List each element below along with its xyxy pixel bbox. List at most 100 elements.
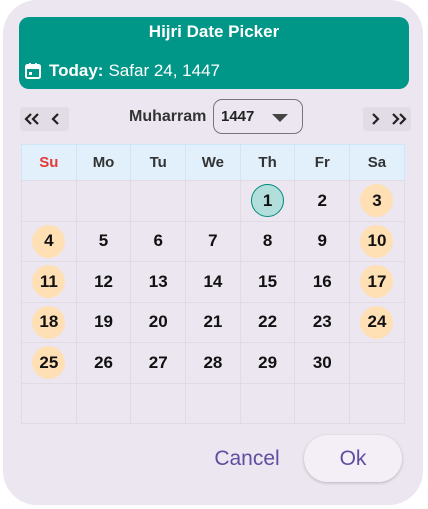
calendar-icon — [24, 62, 42, 80]
day-3[interactable]: 3 — [360, 184, 394, 218]
week-row: 4 5 6 7 8 9 10 — [21, 220, 411, 262]
nav-forward-group — [363, 107, 411, 131]
dialog-header: Hijri Date Picker Today: Safar 24, 1447 — [19, 17, 409, 89]
week-row: 123 — [21, 180, 411, 222]
day-1[interactable]: 1 — [251, 184, 285, 218]
today-label: Today: — [49, 61, 104, 80]
day-cell — [185, 180, 241, 222]
day-27[interactable]: 27 — [142, 346, 175, 379]
weekday-header: Tu — [130, 144, 187, 181]
day-14[interactable]: 14 — [196, 265, 229, 298]
caret-down-icon — [272, 114, 288, 122]
weekday-header: We — [185, 144, 241, 181]
chevron-right-icon — [372, 113, 380, 125]
day-5[interactable]: 5 — [87, 225, 120, 258]
day-cell: 7 — [185, 220, 241, 262]
day-cell: 10 — [349, 220, 405, 262]
day-cell: 8 — [239, 220, 296, 262]
day-cell: 21 — [185, 301, 241, 343]
today-row: Today: Safar 24, 1447 — [24, 61, 220, 81]
last-year-button[interactable] — [387, 107, 411, 131]
day-cell: 28 — [185, 342, 241, 384]
day-20[interactable]: 20 — [142, 306, 175, 339]
day-9[interactable]: 9 — [306, 225, 339, 258]
day-19[interactable]: 19 — [87, 306, 120, 339]
day-cell: 15 — [239, 261, 296, 303]
day-26[interactable]: 26 — [87, 346, 120, 379]
day-16[interactable]: 16 — [306, 265, 339, 298]
day-cell — [21, 382, 77, 424]
day-4[interactable]: 4 — [32, 224, 66, 258]
day-cell: 26 — [75, 342, 132, 384]
day-22[interactable]: 22 — [251, 306, 284, 339]
day-6[interactable]: 6 — [142, 225, 175, 258]
day-8[interactable]: 8 — [251, 225, 284, 258]
day-10[interactable]: 10 — [360, 224, 394, 258]
weekday-header: Sa — [349, 144, 405, 181]
calendar-grid: Su Mo Tu We Th Fr Sa 1 2 3 4 5 6 7 8 9 10 11 12 13 14 15 16 17 1… — [21, 144, 411, 424]
dialog-title: Hijri Date Picker — [148, 22, 280, 41]
week-row: 18 19 20 21 22 23 24 — [21, 301, 411, 343]
day-cell: 9 — [294, 220, 351, 262]
day-15[interactable]: 15 — [251, 265, 284, 298]
first-year-button[interactable] — [20, 107, 44, 131]
day-cell: 12 — [75, 261, 132, 303]
day-18[interactable]: 18 — [32, 305, 66, 339]
day-24[interactable]: 24 — [360, 305, 394, 339]
day-13[interactable]: 13 — [142, 265, 175, 298]
day-cell: 23 — [294, 301, 351, 343]
day-cell — [349, 382, 405, 424]
day-cell: 18 — [21, 301, 77, 343]
day-29[interactable]: 29 — [251, 346, 284, 379]
day-cell: 16 — [294, 261, 351, 303]
week-row — [21, 382, 411, 424]
weekday-header: Th — [239, 144, 296, 181]
next-month-button[interactable] — [363, 107, 387, 131]
day-cell: 20 — [130, 301, 187, 343]
day-cell: 3 — [349, 180, 405, 222]
today-value: Safar 24, 1447 — [108, 61, 220, 80]
cancel-button[interactable]: Cancel — [205, 435, 289, 483]
day-23[interactable]: 23 — [306, 306, 339, 339]
day-25[interactable]: 25 — [32, 346, 66, 380]
day-cell: 2 — [294, 180, 351, 222]
day-17[interactable]: 17 — [360, 265, 394, 299]
day-cell: 17 — [349, 261, 405, 303]
day-cell — [21, 180, 77, 222]
day-cell: 5 — [75, 220, 132, 262]
day-cell: 27 — [130, 342, 187, 384]
day-cell — [75, 382, 132, 424]
day-cell — [294, 382, 351, 424]
day-7[interactable]: 7 — [196, 225, 229, 258]
week-row: 11 12 13 14 15 16 17 — [21, 261, 411, 303]
nav-back-group — [20, 107, 69, 131]
week-row: 25 26 27 28 29 30 — [21, 342, 411, 384]
day-cell: 1 — [239, 180, 296, 222]
day-28[interactable]: 28 — [196, 346, 229, 379]
day-cell: 24 — [349, 301, 405, 343]
weekday-header: Fr — [294, 144, 351, 181]
double-chevron-left-icon — [24, 113, 39, 125]
chevron-left-icon — [51, 113, 59, 125]
day-2[interactable]: 2 — [306, 184, 339, 217]
day-cell: 22 — [239, 301, 296, 343]
day-cell: 13 — [130, 261, 187, 303]
day-cell — [130, 382, 187, 424]
day-cell: 14 — [185, 261, 241, 303]
ok-button[interactable]: Ok — [304, 435, 402, 482]
day-11[interactable]: 11 — [32, 265, 66, 299]
day-cell — [185, 382, 241, 424]
month-label: Muharram — [129, 108, 207, 125]
year-dropdown[interactable]: 1447 — [213, 99, 303, 134]
prev-month-button[interactable] — [44, 107, 68, 131]
day-cell — [239, 382, 296, 424]
day-12[interactable]: 12 — [87, 265, 120, 298]
day-cell — [349, 342, 405, 384]
day-21[interactable]: 21 — [196, 306, 229, 339]
day-cell: 29 — [239, 342, 296, 384]
day-cell: 11 — [21, 261, 77, 303]
day-30[interactable]: 30 — [306, 346, 339, 379]
day-cell: 19 — [75, 301, 132, 343]
date-picker-dialog: Hijri Date Picker Today: Safar 24, 1447 — [3, 0, 423, 505]
day-cell: 25 — [21, 342, 77, 384]
